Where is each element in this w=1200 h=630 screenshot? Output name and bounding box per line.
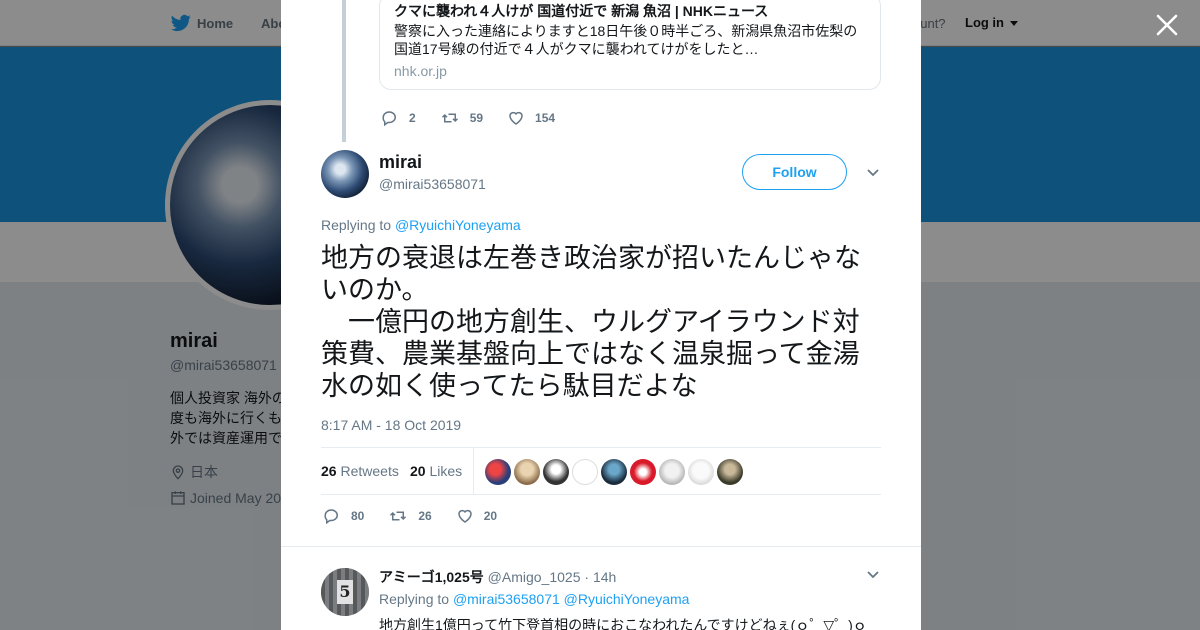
liker-avatar[interactable] bbox=[688, 459, 714, 485]
tweet-text: 地方の衰退は左巻き政治家が招いたんじゃないのか。 一億円の地方創生、ウルグアイラ… bbox=[321, 243, 861, 401]
mention-link[interactable]: @RyuichiYoneyama bbox=[395, 217, 521, 233]
thread-connector bbox=[342, 0, 346, 142]
divider bbox=[281, 546, 921, 547]
heart-icon bbox=[457, 509, 472, 523]
stats-divider bbox=[473, 448, 474, 494]
reply-replying-to: Replying to @mirai53658071 @RyuichiYoney… bbox=[379, 591, 690, 607]
reply-author-handle[interactable]: @Amigo_1025 bbox=[488, 569, 581, 585]
retweet-button[interactable]: 26 bbox=[388, 507, 432, 525]
retweet-icon bbox=[390, 511, 407, 521]
retweet-button[interactable]: 59 bbox=[440, 109, 483, 127]
reply-button[interactable]: 80 bbox=[323, 507, 364, 525]
reply-author-line: アミーゴ1,025号 @Amigo_1025 · 14h bbox=[379, 569, 617, 585]
chevron-down-icon[interactable] bbox=[866, 166, 880, 180]
avatar-number: 5 bbox=[337, 580, 353, 604]
tweet-modal: クマに襲われ４人けが 国道付近で 新潟 魚沼 | NHKニュース 警察に入った連… bbox=[281, 0, 921, 630]
retweet-icon bbox=[441, 113, 458, 123]
reply-icon bbox=[324, 509, 338, 525]
chevron-down-icon[interactable] bbox=[866, 568, 880, 582]
like-button[interactable]: 20 bbox=[456, 507, 497, 525]
replying-to: Replying to @RyuichiYoneyama bbox=[321, 217, 521, 233]
like-button[interactable]: 154 bbox=[507, 109, 555, 127]
card-domain: nhk.or.jp bbox=[394, 63, 447, 79]
follow-button[interactable]: Follow bbox=[742, 154, 847, 190]
link-preview-card[interactable]: クマに襲われ４人けが 国道付近で 新潟 魚沼 | NHKニュース 警察に入った連… bbox=[379, 0, 881, 90]
tweet-stats: 26 Retweets 20 Likes bbox=[321, 447, 881, 495]
liker-avatar[interactable] bbox=[717, 459, 743, 485]
retweet-count-link[interactable]: 26 Retweets bbox=[321, 463, 399, 479]
reply-author-avatar[interactable]: 5 bbox=[321, 568, 369, 616]
reply-text: 地方創生1億円って竹下登首相の時におこなわれたんですけどねぇ(ｏ゜▽゜)ｏ bbox=[379, 617, 867, 630]
reply-button[interactable]: 2 bbox=[381, 109, 416, 127]
tweet-actions: 80 26 20 bbox=[323, 507, 521, 525]
heart-icon bbox=[509, 111, 523, 125]
liker-avatar[interactable] bbox=[572, 459, 598, 485]
reply-icon bbox=[382, 111, 396, 127]
card-title: クマに襲われ４人けが 国道付近で 新潟 魚沼 | NHKニュース bbox=[394, 3, 769, 19]
liker-avatar[interactable] bbox=[659, 459, 685, 485]
liker-avatar[interactable] bbox=[514, 459, 540, 485]
close-icon[interactable] bbox=[1154, 12, 1180, 38]
liker-avatar[interactable] bbox=[601, 459, 627, 485]
like-count-link[interactable]: 20 Likes bbox=[410, 463, 462, 479]
tweet-author-handle[interactable]: @mirai53658071 bbox=[379, 176, 486, 192]
liker-avatar[interactable] bbox=[630, 459, 656, 485]
mention-link[interactable]: @mirai53658071 bbox=[453, 591, 560, 607]
card-description: 警察に入った連絡によりますと18日午後０時半ごろ、新潟県魚沼市佐梨の国道17号線… bbox=[394, 23, 858, 57]
previous-tweet-actions: 2 59 154 bbox=[381, 109, 579, 127]
reply-author-name[interactable]: アミーゴ1,025号 bbox=[379, 569, 484, 585]
liker-avatar[interactable] bbox=[485, 459, 511, 485]
tweet-timestamp[interactable]: 8:17 AM - 18 Oct 2019 bbox=[321, 417, 461, 433]
tweet-author-avatar[interactable] bbox=[321, 150, 369, 198]
liker-avatar[interactable] bbox=[543, 459, 569, 485]
mention-link[interactable]: @RyuichiYoneyama bbox=[564, 591, 690, 607]
liker-avatars bbox=[485, 459, 746, 485]
tweet-author-name[interactable]: mirai bbox=[379, 152, 422, 173]
reply-time[interactable]: 14h bbox=[593, 569, 616, 585]
